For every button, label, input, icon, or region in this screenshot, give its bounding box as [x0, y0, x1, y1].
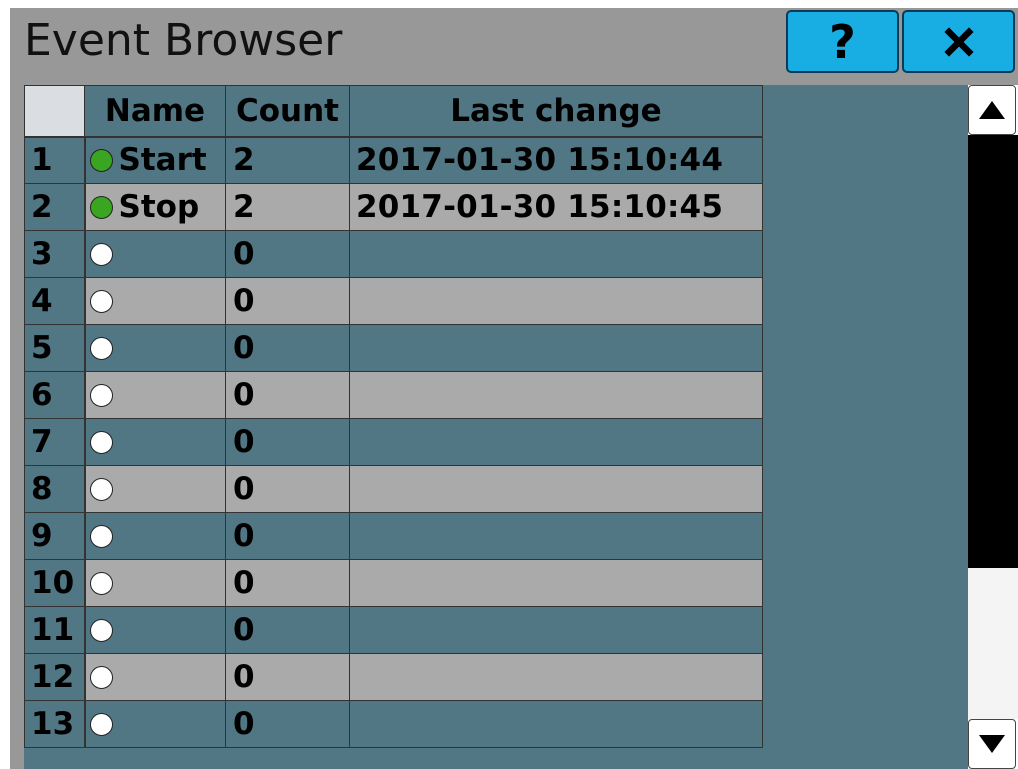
- event-name: Stop: [118, 189, 200, 225]
- column-header-last-change[interactable]: Last change: [349, 85, 763, 138]
- event-table: Name Count Last change 1 Start 2 2017-01-30…: [24, 85, 763, 748]
- triangle-up-icon: [979, 101, 1005, 119]
- row-number: 12: [24, 653, 86, 701]
- last-change-cell[interactable]: [349, 700, 763, 748]
- last-change-cell[interactable]: [349, 559, 763, 607]
- name-cell[interactable]: [84, 465, 226, 513]
- row-number: 10: [24, 559, 86, 607]
- status-indicator-icon: [89, 337, 113, 360]
- name-cell[interactable]: [84, 324, 226, 372]
- name-cell[interactable]: [84, 559, 226, 607]
- name-cell[interactable]: [84, 277, 226, 325]
- column-header-count[interactable]: Count: [225, 85, 350, 138]
- name-cell[interactable]: [84, 512, 226, 560]
- scrollbar-thumb[interactable]: [968, 135, 1018, 568]
- last-change-cell[interactable]: [349, 324, 763, 372]
- scroll-up-button[interactable]: [968, 85, 1016, 135]
- status-indicator-icon: [89, 478, 113, 501]
- name-cell[interactable]: [84, 371, 226, 419]
- status-indicator-icon: [89, 431, 113, 454]
- event-browser-window: Event Browser ? Name Count Last change 1…: [10, 8, 1018, 769]
- status-indicator-icon: [89, 384, 113, 407]
- table-row[interactable]: 80: [24, 465, 763, 513]
- status-indicator-icon: [89, 243, 113, 266]
- event-name: Start: [118, 142, 207, 179]
- help-button[interactable]: ?: [786, 10, 899, 73]
- status-indicator-icon: [89, 619, 113, 642]
- table-row[interactable]: 12 0: [24, 653, 763, 701]
- count-cell[interactable]: 2: [225, 183, 350, 231]
- table-row[interactable]: 2 Stop 2 2017-01-30 15:10:45: [24, 183, 763, 231]
- name-cell[interactable]: Stop: [84, 183, 226, 231]
- name-cell[interactable]: [84, 653, 226, 701]
- window-title: Event Browser: [24, 15, 343, 66]
- last-change-cell[interactable]: [349, 230, 763, 278]
- table-row[interactable]: 60: [24, 371, 763, 419]
- event-table-area: Name Count Last change 1 Start 2 2017-01-30…: [24, 85, 968, 769]
- vertical-scrollbar[interactable]: [968, 85, 1018, 769]
- last-change-cell[interactable]: [349, 465, 763, 513]
- last-change-cell[interactable]: 2017-01-30 15:10:44: [349, 136, 763, 184]
- row-number: 11: [24, 606, 86, 654]
- table-row[interactable]: 40: [24, 277, 763, 325]
- corner-cell: [24, 85, 85, 138]
- scroll-down-button[interactable]: [968, 719, 1016, 769]
- row-number: 4: [24, 277, 86, 325]
- status-indicator-icon: [89, 572, 113, 595]
- row-number: 5: [24, 324, 86, 372]
- count-cell[interactable]: 0: [225, 512, 350, 560]
- table-row[interactable]: 70: [24, 418, 763, 466]
- name-cell[interactable]: [84, 230, 226, 278]
- count-cell[interactable]: 0: [225, 559, 350, 607]
- help-button-label: ?: [829, 14, 856, 69]
- last-change-cell[interactable]: 2017-01-30 15:10:45: [349, 183, 763, 231]
- count-cell[interactable]: 0: [225, 700, 350, 748]
- count-cell[interactable]: 0: [225, 653, 350, 701]
- row-number: 3: [24, 230, 86, 278]
- close-icon: [943, 26, 974, 57]
- count-cell[interactable]: 2: [225, 136, 350, 184]
- table-row[interactable]: 10 0: [24, 559, 763, 607]
- last-change-cell[interactable]: [349, 606, 763, 654]
- last-change-cell[interactable]: [349, 371, 763, 419]
- status-indicator-icon: [89, 196, 113, 219]
- status-indicator-icon: [89, 666, 113, 689]
- last-change-cell[interactable]: [349, 512, 763, 560]
- count-cell[interactable]: 0: [225, 371, 350, 419]
- row-number: 13: [24, 700, 86, 748]
- table-row[interactable]: 11 0: [24, 606, 763, 654]
- scrollbar-track[interactable]: [968, 568, 1018, 719]
- count-cell[interactable]: 0: [225, 324, 350, 372]
- close-button[interactable]: [902, 10, 1015, 73]
- count-cell[interactable]: 0: [225, 606, 350, 654]
- last-change-cell[interactable]: [349, 653, 763, 701]
- row-number: 1: [24, 136, 86, 184]
- count-cell[interactable]: 0: [225, 230, 350, 278]
- row-number: 8: [24, 465, 86, 513]
- table-row[interactable]: 30: [24, 230, 763, 278]
- name-cell[interactable]: [84, 700, 226, 748]
- last-change-cell[interactable]: [349, 277, 763, 325]
- row-number: 7: [24, 418, 86, 466]
- status-indicator-icon: [89, 713, 113, 736]
- table-row[interactable]: 50: [24, 324, 763, 372]
- name-cell[interactable]: Start: [84, 136, 226, 184]
- column-header-name[interactable]: Name: [84, 85, 226, 138]
- count-cell[interactable]: 0: [225, 277, 350, 325]
- triangle-down-icon: [979, 735, 1005, 753]
- table-row[interactable]: 90: [24, 512, 763, 560]
- status-indicator-icon: [89, 525, 113, 548]
- row-number: 6: [24, 371, 86, 419]
- count-cell[interactable]: 0: [225, 418, 350, 466]
- last-change-cell[interactable]: [349, 418, 763, 466]
- status-indicator-icon: [89, 290, 113, 313]
- row-number: 2: [24, 183, 86, 231]
- name-cell[interactable]: [84, 606, 226, 654]
- count-cell[interactable]: 0: [225, 465, 350, 513]
- table-row[interactable]: 1 Start 2 2017-01-30 15:10:44: [24, 136, 763, 184]
- status-indicator-icon: [89, 149, 113, 173]
- name-cell[interactable]: [84, 418, 226, 466]
- row-number: 9: [24, 512, 86, 560]
- table-row[interactable]: 13 0: [24, 700, 763, 748]
